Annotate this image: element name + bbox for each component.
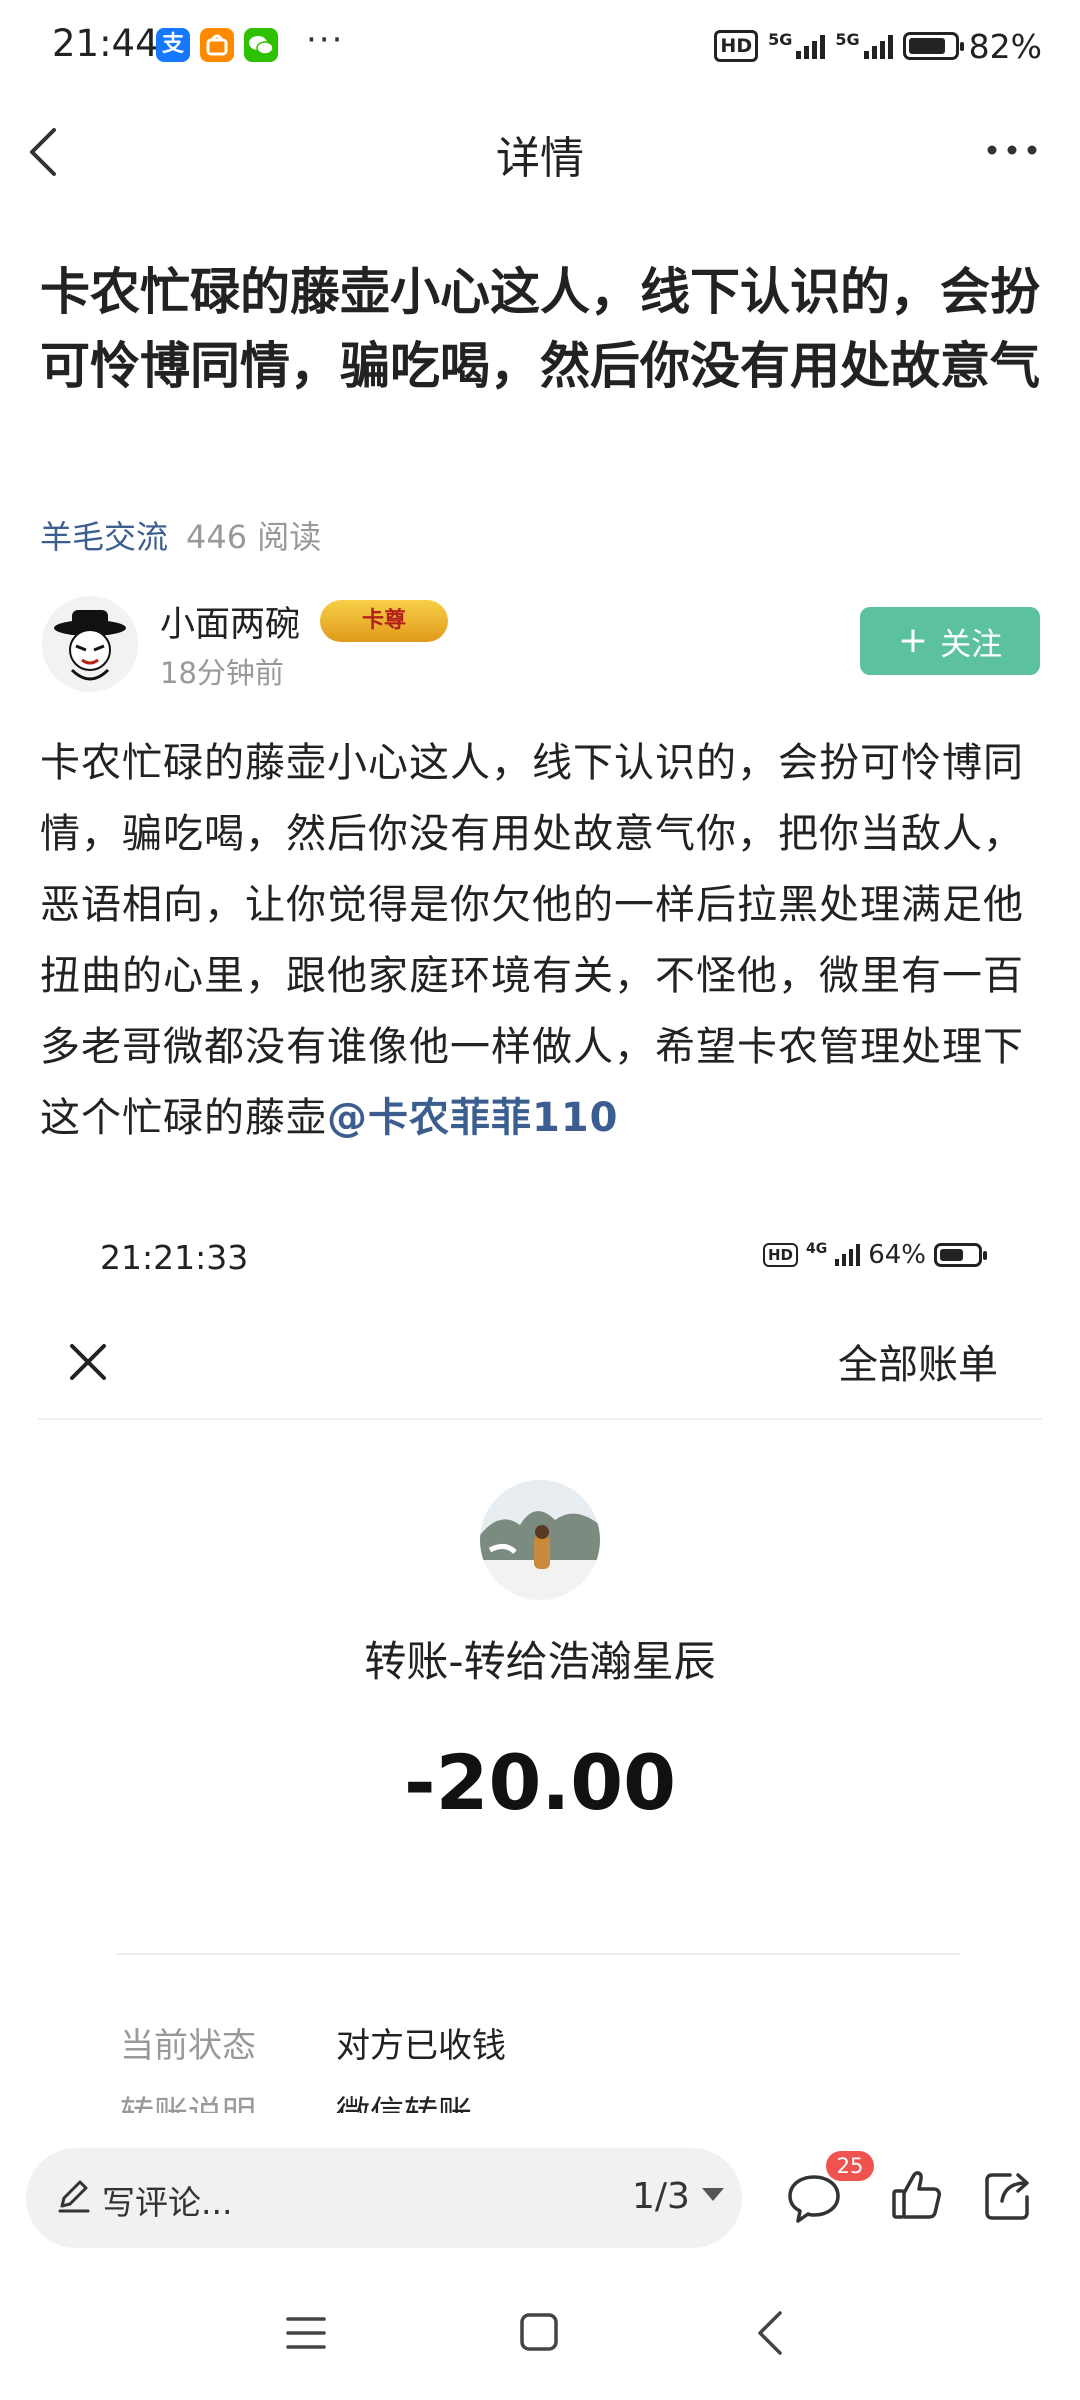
signal-icon bbox=[796, 33, 826, 59]
author-name[interactable]: 小面两碗 bbox=[160, 596, 300, 647]
follow-label: 关注 bbox=[940, 626, 1003, 663]
page-indicator[interactable]: 1/3 bbox=[632, 2176, 690, 2217]
battery-icon bbox=[902, 32, 964, 60]
embedded-screenshot[interactable]: 21:21:33 HD 4G 64% 全部账单 转账-转给浩瀚星辰 -20.00… bbox=[0, 1218, 1080, 2113]
alipay-icon: 支 bbox=[156, 28, 190, 62]
comment-input[interactable]: 写评论... 1/3 bbox=[26, 2148, 742, 2248]
divider bbox=[38, 1418, 1042, 1420]
battery-level bbox=[908, 38, 945, 54]
system-back-icon[interactable] bbox=[752, 2309, 788, 2357]
taobao-icon bbox=[200, 28, 234, 62]
embed-status-time: 21:21:33 bbox=[100, 1238, 249, 1277]
all-bills-link: 全部账单 bbox=[838, 1342, 998, 1388]
follow-button[interactable]: + 关注 bbox=[860, 607, 1040, 675]
pen-icon bbox=[58, 2180, 90, 2213]
plus-icon: + bbox=[897, 620, 929, 661]
read-count-value: 446 bbox=[186, 518, 248, 556]
post-meta: 羊毛交流 446 阅读 bbox=[40, 512, 321, 558]
signal-icon-2 bbox=[863, 33, 893, 59]
page-title: 详情 bbox=[496, 133, 584, 184]
menu-icon[interactable] bbox=[284, 2313, 328, 2353]
more-dots-icon bbox=[987, 145, 1037, 155]
status-time: 21:44 bbox=[52, 22, 159, 65]
category-link[interactable]: 羊毛交流 bbox=[40, 518, 168, 556]
payee-avatar bbox=[480, 1480, 600, 1600]
transfer-amount: -20.00 bbox=[404, 1738, 676, 1827]
post-body-text: 卡农忙碌的藤壶小心这人，线下认识的，会扮可怜博同情，骗吃喝，然后你没有用处故意气… bbox=[40, 740, 1024, 1141]
caret-down-icon[interactable] bbox=[702, 2188, 724, 2201]
battery-percent: 82% bbox=[968, 26, 1042, 66]
embed-status-indicators: HD 4G 64% bbox=[762, 1240, 987, 1270]
comment-count-badge: 25 bbox=[826, 2151, 874, 2181]
post-body: 卡农忙碌的藤壶小心这人，线下认识的，会扮可怜博同情，骗吃喝，然后你没有用处故意气… bbox=[40, 728, 1050, 1154]
wechat-icon bbox=[244, 28, 278, 62]
chevron-left-icon bbox=[30, 128, 56, 176]
embed-signal-icon bbox=[835, 1244, 861, 1266]
back-button[interactable] bbox=[22, 122, 72, 182]
read-count: 446 阅读 bbox=[186, 518, 321, 556]
thumbs-up-icon[interactable] bbox=[890, 2167, 942, 2223]
embed-battery-percent: 64% bbox=[868, 1240, 926, 1270]
network-type: 5G bbox=[768, 29, 793, 49]
embed-battery-level bbox=[940, 1249, 964, 1261]
close-button bbox=[62, 1336, 114, 1388]
status-bar: 21:44 支 ··· HD 5G 5G 82% bbox=[0, 0, 1080, 92]
close-icon bbox=[70, 1344, 106, 1380]
network-type-2: 5G bbox=[835, 29, 860, 49]
embed-network-type: 4G bbox=[805, 1241, 828, 1257]
status-label: 当前状态 bbox=[120, 2026, 256, 2066]
post-title: 卡农忙碌的藤壶小心这人，线下认识的，会扮可怜博同情，骗吃喝，然后你没有用处故意气 bbox=[40, 263, 1040, 395]
system-navigation-bar bbox=[0, 2273, 1080, 2400]
comment-placeholder: 写评论... bbox=[102, 2183, 233, 2222]
author-badge: 卡尊 bbox=[320, 600, 448, 642]
divider bbox=[116, 1953, 960, 1955]
embed-battery-icon bbox=[934, 1243, 987, 1267]
post-time: 18分钟前 bbox=[160, 656, 284, 690]
read-label: 阅读 bbox=[257, 518, 322, 556]
author-avatar[interactable] bbox=[42, 596, 138, 692]
embed-hd-badge: HD bbox=[762, 1243, 798, 1267]
status-value: 对方已收钱 bbox=[336, 2026, 506, 2066]
share-icon[interactable] bbox=[980, 2167, 1036, 2223]
transfer-title: 转账-转给浩瀚星辰 bbox=[364, 1637, 716, 1686]
home-icon[interactable] bbox=[518, 2311, 560, 2353]
mention-link[interactable]: @卡农菲菲110 bbox=[327, 1095, 619, 1141]
hd-badge: HD bbox=[714, 30, 759, 62]
status-more-icon: ··· bbox=[306, 20, 345, 60]
more-options-button[interactable] bbox=[982, 130, 1042, 170]
note-value: 微信转账 bbox=[336, 2086, 472, 2113]
bottom-action-bar: 写评论... 1/3 25 bbox=[0, 2113, 1080, 2273]
status-indicators: HD 5G 5G 82% bbox=[714, 26, 1042, 66]
note-label: 转账说明 bbox=[120, 2086, 256, 2113]
